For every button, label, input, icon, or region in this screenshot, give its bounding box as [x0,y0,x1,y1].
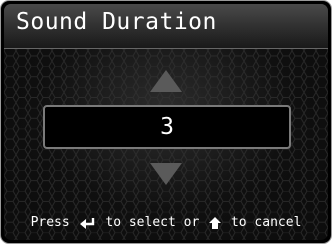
hint-to-cancel: to cancel [230,215,302,230]
triangle-up-icon[interactable] [150,70,182,92]
home-icon [209,216,222,229]
enter-return-icon [79,217,94,229]
hint-press: Press [30,215,70,230]
dialog-panel: Sound Duration 3 Press to select or to c… [4,4,328,240]
triangle-down-icon[interactable] [150,163,182,185]
hint-to-select-or: to select or [105,215,200,230]
duration-value: 3 [160,114,174,140]
value-display: 3 [43,105,291,149]
instruction-hint: Press to select or to cancel [4,215,328,230]
page-title: Sound Duration [16,9,217,35]
title-bar: Sound Duration [4,4,328,49]
dialog-frame: Sound Duration 3 Press to select or to c… [0,0,332,244]
